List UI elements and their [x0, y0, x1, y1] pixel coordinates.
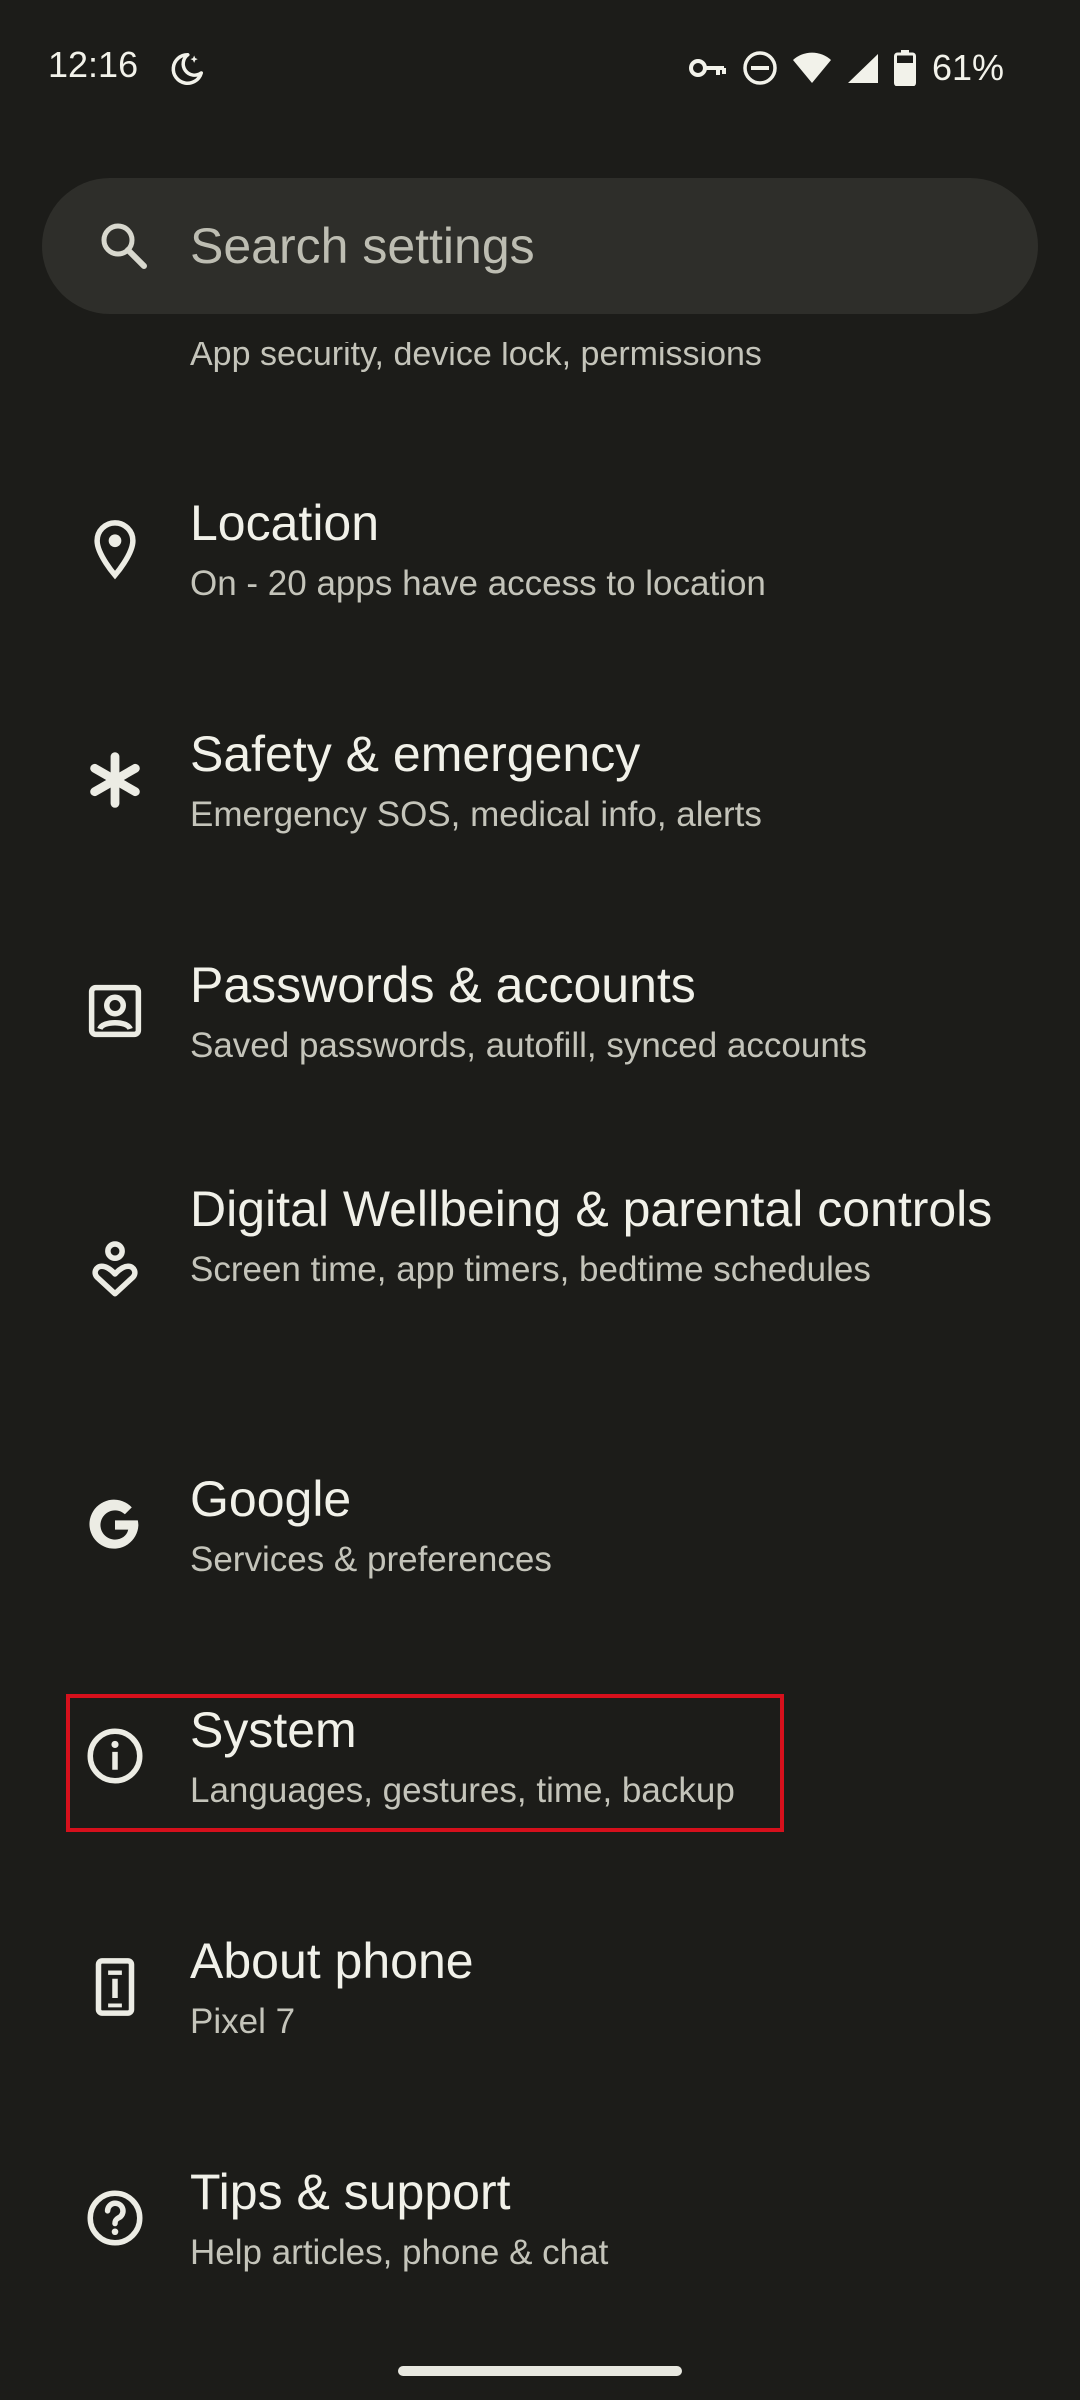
settings-item-title: Digital Wellbeing & parental controls [190, 1181, 993, 1237]
wellbeing-icon [82, 1236, 148, 1302]
highlight-box [66, 1694, 784, 1832]
status-icons: 61% [688, 46, 1004, 90]
settings-item-title: About phone [190, 1933, 474, 1989]
bedtime-moon-icon [168, 50, 206, 88]
settings-item-title: Google [190, 1471, 352, 1527]
signal-icon [846, 52, 880, 84]
google-g-icon [82, 1492, 148, 1558]
battery-percent: 61% [931, 47, 1004, 88]
settings-item-title: Tips & support [190, 2164, 511, 2220]
phone-info-icon [82, 1954, 148, 2020]
gesture-home-bar[interactable] [398, 2366, 682, 2376]
vpn-key-icon [688, 53, 728, 83]
settings-item-title: Passwords & accounts [190, 957, 696, 1013]
do-not-disturb-icon [742, 50, 778, 86]
status-time: 12:16 [48, 44, 139, 85]
settings-item-subtitle: Emergency SOS, medical info, alerts [190, 795, 762, 834]
settings-item-title: Safety & emergency [190, 726, 641, 782]
settings-item-subtitle: Saved passwords, autofill, synced accoun… [190, 1026, 868, 1065]
search-icon [96, 218, 152, 274]
settings-item-subtitle: Services & preferences [190, 1540, 552, 1579]
search-input[interactable]: Search settings [190, 218, 535, 274]
settings-item-title: Location [190, 495, 380, 551]
settings-item-subtitle: Help articles, phone & chat [190, 2233, 609, 2272]
asterisk-icon [82, 747, 148, 813]
wifi-icon [792, 52, 832, 84]
account-box-icon [82, 978, 148, 1044]
status-bar: 12:16 61% [0, 0, 1080, 136]
help-icon [82, 2185, 148, 2251]
settings-item-subtitle: Pixel 7 [190, 2002, 296, 2041]
settings-item-subtitle: On - 20 apps have access to location [190, 564, 766, 603]
search-bar[interactable]: Search settings [42, 178, 1038, 314]
location-pin-icon [82, 516, 148, 582]
battery-icon [893, 50, 916, 86]
settings-item-subtitle: Screen time, app timers, bedtime schedul… [190, 1250, 871, 1289]
